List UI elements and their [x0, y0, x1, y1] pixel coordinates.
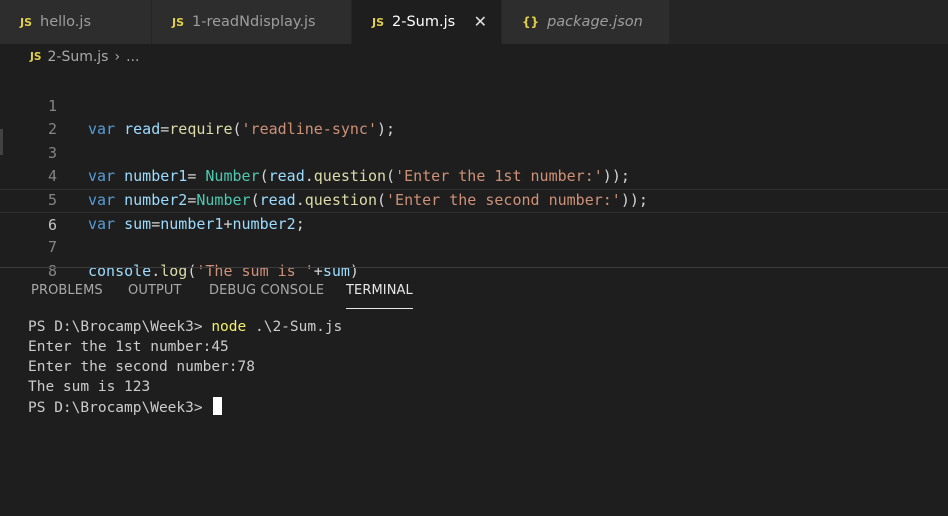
terminal-output-line: The sum is 123 [28, 379, 151, 395]
tab-output[interactable]: OUTPUT [128, 283, 182, 298]
terminal-output-line: Enter the 1st number:45 [28, 339, 229, 355]
terminal-prompt: PS D:\Brocamp\Week3> [28, 400, 212, 416]
terminal-command-args: .\2-Sum.js [246, 319, 343, 335]
tab-package-json[interactable]: {} package.json [502, 0, 670, 44]
terminal-command: node [211, 319, 247, 335]
javascript-file-icon: JS [30, 51, 42, 63]
javascript-file-icon: JS [20, 15, 33, 29]
terminal-input-line[interactable]: PS D:\Brocamp\Week3> [28, 397, 223, 417]
tab-label: 1-readNdisplay.js [192, 14, 316, 30]
tab-debug-console[interactable]: DEBUG CONSOLE [209, 283, 324, 298]
code-editor[interactable]: 1 var read=require('readline-sync'); 2 3… [0, 71, 948, 280]
tab-label: hello.js [40, 14, 91, 30]
tab-hello-js[interactable]: JS hello.js [0, 0, 152, 44]
terminal-line: PS D:\Brocamp\Week3> node .\2-Sum.js [28, 317, 342, 337]
tab-label: package.json [547, 14, 643, 30]
breadcrumb-symbols[interactable]: ... [126, 49, 139, 65]
code-line-current[interactable]: 6 [0, 189, 948, 234]
json-file-icon: {} [522, 15, 540, 29]
close-icon[interactable]: ✕ [474, 12, 487, 31]
code-line[interactable]: 1 var read=require('readline-sync'); [0, 71, 948, 139]
breadcrumb: JS 2-Sum.js › ... [0, 44, 948, 70]
javascript-file-icon: JS [372, 15, 385, 29]
code-line[interactable]: 4 var number2=Number(read.question('Ente… [0, 142, 948, 209]
terminal-prompt: PS D:\Brocamp\Week3> [28, 319, 212, 335]
chevron-right-icon: › [114, 49, 121, 65]
terminal-output-line: Enter the second number:78 [28, 359, 255, 375]
tab-2-sum-js[interactable]: JS 2-Sum.js ✕ [352, 0, 502, 44]
bottom-panel: PROBLEMS OUTPUT DEBUG CONSOLE TERMINAL P… [0, 267, 948, 516]
tab-terminal[interactable]: TERMINAL [346, 283, 413, 309]
code-line[interactable]: 3 var number1= Number(read.question('Ent… [0, 118, 948, 186]
editor-tab-bar: JS hello.js JS 1-readNdisplay.js JS 2-Su… [0, 0, 948, 44]
code-line[interactable]: 7 console.log('The sum is '+sum) [0, 213, 948, 280]
code-line[interactable]: 2 [0, 95, 948, 138]
tab-problems[interactable]: PROBLEMS [31, 283, 103, 298]
tab-label: 2-Sum.js [392, 14, 456, 30]
code-line[interactable]: 8 [0, 236, 948, 280]
tab-1-readndisplay-js[interactable]: JS 1-readNdisplay.js [152, 0, 352, 44]
javascript-file-icon: JS [172, 15, 185, 29]
code-line[interactable]: 5 var sum=number1+number2; [0, 165, 948, 233]
panel-tabs: PROBLEMS OUTPUT DEBUG CONSOLE TERMINAL [0, 268, 948, 312]
terminal-cursor [213, 397, 223, 415]
breadcrumb-file[interactable]: 2-Sum.js [47, 49, 108, 65]
